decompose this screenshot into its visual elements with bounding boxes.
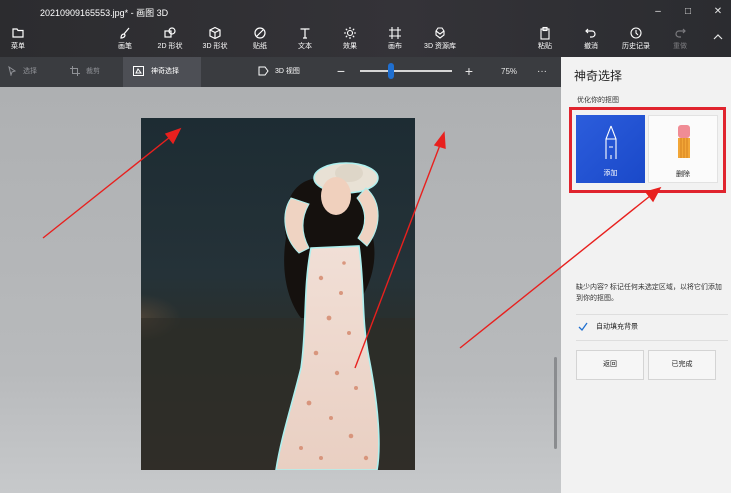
brush-icon [120,27,130,39]
close-button[interactable]: ✕ [704,4,731,20]
more-options-button[interactable]: ··· [537,64,547,80]
remove-label: 删除 [676,171,690,178]
ribbon-stickers-button[interactable]: 贴纸 [238,26,282,54]
ribbon-history-button[interactable]: 历史记录 [614,26,658,54]
redo-icon [675,28,686,38]
3d-shapes-icon [209,26,221,40]
magic-select-icon [133,66,144,77]
3d-view-label: 3D 视图 [275,68,300,75]
add-button[interactable]: 添加 [576,115,645,183]
ribbon-effects-button[interactable]: 效果 [328,26,372,54]
ribbon-2d-shapes-label: 2D 形状 [157,43,183,50]
ribbon-redo-label: 重做 [673,43,687,50]
photo-image [141,118,415,470]
autofill-label: 自动填充背景 [596,323,638,331]
back-button[interactable]: 返回 [576,350,644,380]
3d-view-icon [258,66,269,76]
zoom-percent: 75% [501,67,518,76]
menu-label: 菜单 [11,43,25,50]
undo-icon [585,28,596,38]
ribbon-canvas-button[interactable]: 画布 [373,26,417,54]
ribbon-3d-library-label: 3D 资源库 [424,43,456,50]
maximize-button[interactable]: □ [674,4,702,20]
ribbon-3d-shapes-button[interactable]: 3D 形状 [193,26,237,54]
zoom-slider-thumb[interactable] [388,63,395,79]
ribbon-paste-label: 粘贴 [538,43,552,50]
ribbon-undo-button[interactable]: 撤消 [569,26,613,54]
cursor-icon [8,66,17,77]
zoom-out-button[interactable]: − [334,64,348,80]
ribbon-effects-label: 效果 [343,43,357,50]
collapse-ribbon-icon[interactable] [711,30,725,44]
ribbon-canvas-label: 画布 [388,43,402,50]
remove-button[interactable]: 删除 [648,115,718,183]
vertical-scrollbar[interactable] [554,357,557,449]
ribbon-text-label: 文本 [298,43,312,50]
zoom-slider-track[interactable] [360,70,452,72]
ribbon-text-button[interactable]: 文本 [283,26,327,54]
window-title: 20210909165553.jpg* - 画图 3D [40,8,169,18]
stickers-icon [254,27,266,39]
paste-icon [540,26,550,40]
eraser-icon [678,125,690,158]
crop-tool[interactable]: 裁剪 [70,64,100,80]
minimize-button[interactable]: – [644,4,672,20]
magic-select-tool[interactable]: 神奇选择 [123,57,201,87]
panel-subtitle: 优化你的抠图 [577,97,619,104]
crop-tool-label: 裁剪 [86,68,100,75]
hint-text: 缺少内容? 标记任何未选定区域，以将它们添加到你的抠图。 [576,284,722,302]
checkmark-icon [578,322,588,332]
3d-library-icon [435,27,445,39]
ribbon-2d-shapes-button[interactable]: 2D 形状 [148,26,192,54]
zoom-in-button[interactable]: + [462,64,476,80]
ribbon-stickers-label: 贴纸 [253,43,267,50]
ribbon-3d-shapes-label: 3D 形状 [202,43,228,50]
ribbon-undo-label: 撤消 [584,43,598,50]
ribbon: 20210909165553.jpg* - 画图 3D – □ ✕ 菜单 画笔 … [0,0,731,57]
add-label: 添加 [603,170,618,177]
canvas-photo[interactable] [141,118,415,470]
canvas-icon [389,27,401,39]
select-tool[interactable]: 选择 [8,64,37,80]
canvas-toolbar: 选择 裁剪 神奇选择 3D 视图 − + 75% ··· [0,57,561,87]
ribbon-paste-button[interactable]: 粘贴 [523,26,567,54]
magic-select-label: 神奇选择 [151,68,179,75]
ribbon-brush-label: 画笔 [118,43,132,50]
crop-icon [70,66,80,77]
menu-button[interactable]: 菜单 [0,26,40,54]
select-tool-label: 选择 [23,68,37,75]
text-icon [300,28,310,39]
divider [576,314,728,315]
panel-title: 神奇选择 [574,69,623,83]
2d-shapes-icon [164,27,176,38]
autofill-checkbox[interactable]: 自动填充背景 [578,322,638,332]
pencil-add-icon [605,125,617,159]
magic-select-panel: 神奇选择 优化你的抠图 添加 删除 缺少内容? 标记任何未选定区域，以将它们添加… [561,57,731,493]
effects-icon [344,27,356,39]
done-button[interactable]: 已完成 [648,350,716,380]
ribbon-history-label: 历史记录 [622,43,650,50]
3d-view-tool[interactable]: 3D 视图 [258,64,300,80]
history-icon [630,27,642,39]
folder-icon [12,28,24,38]
divider [576,340,728,341]
ribbon-brush-button[interactable]: 画笔 [103,26,147,54]
ribbon-redo-button[interactable]: 重做 [658,26,702,54]
ribbon-3d-library-button[interactable]: 3D 资源库 [418,26,462,54]
